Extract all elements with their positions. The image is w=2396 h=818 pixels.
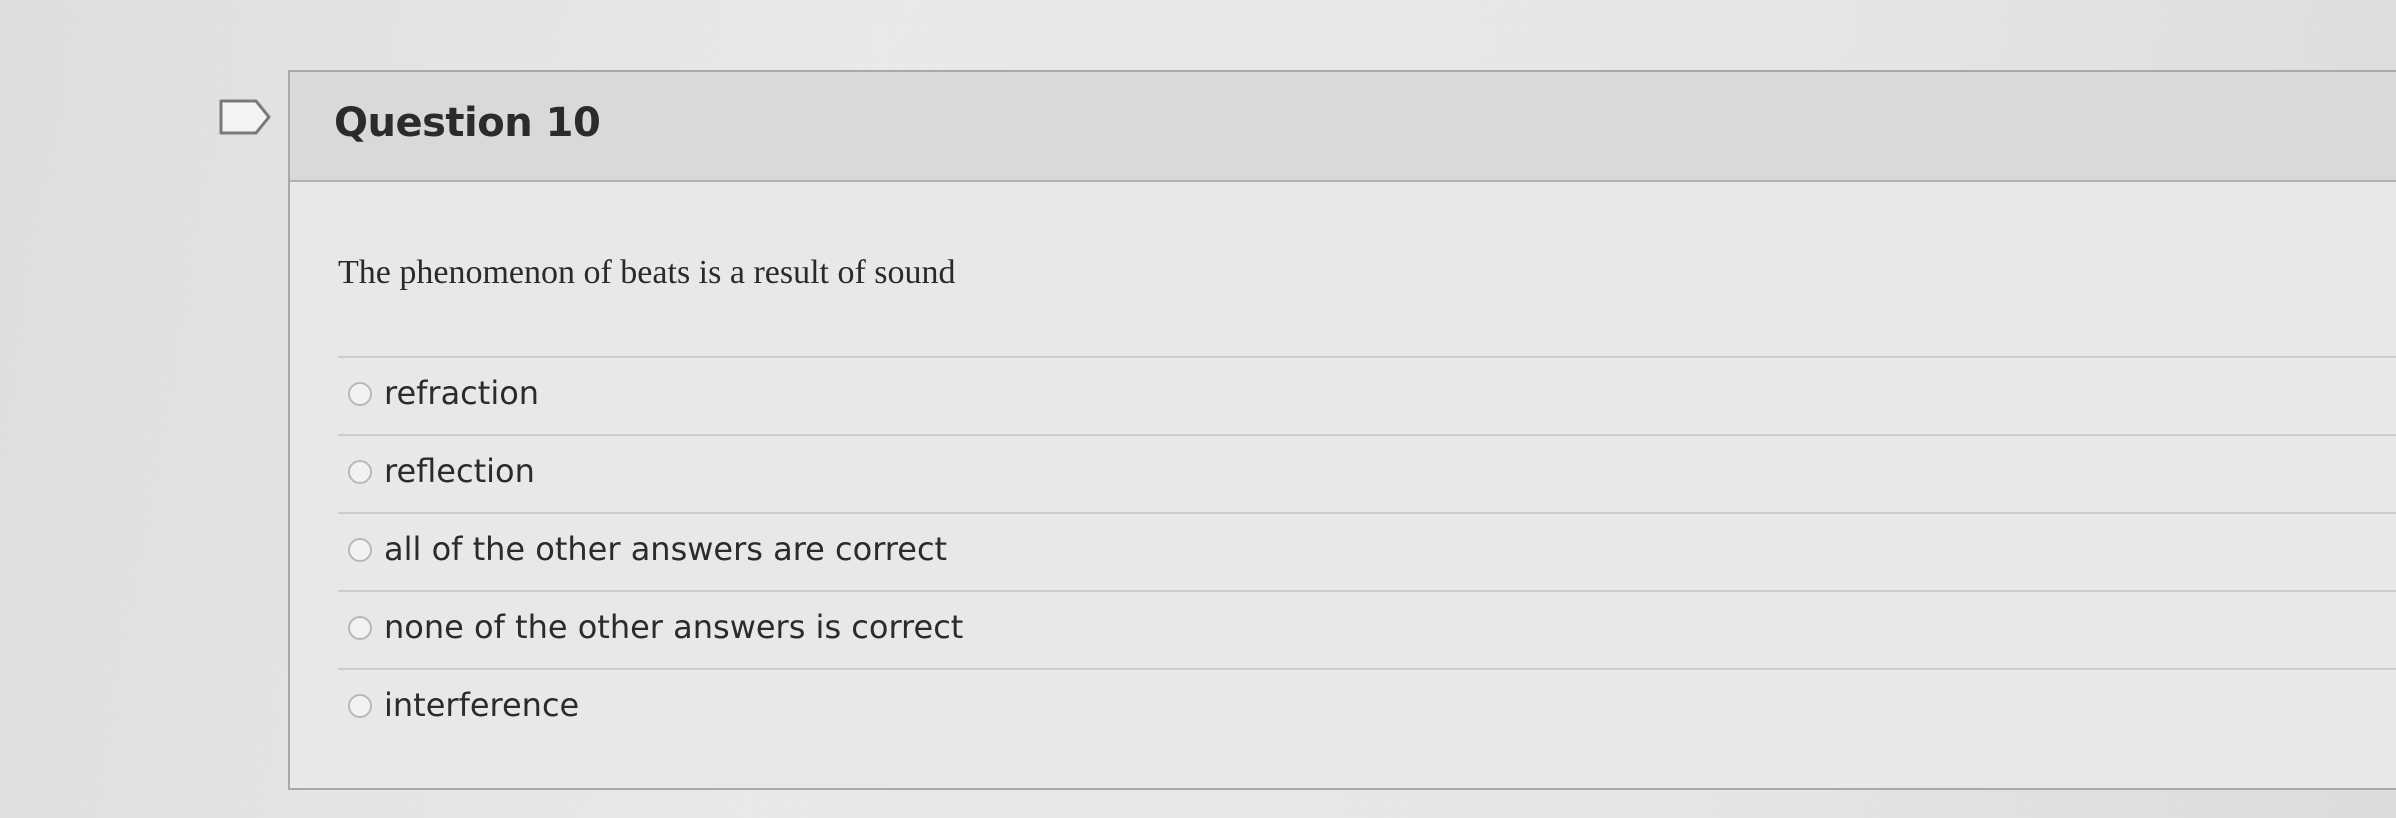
answer-label[interactable]: all of the other answers are correct xyxy=(384,530,947,568)
answer-option-none-correct[interactable]: none of the other answers is correct xyxy=(338,590,2396,668)
radio-button[interactable] xyxy=(348,460,372,484)
answer-option-refraction[interactable]: refraction xyxy=(338,356,2396,434)
answer-label[interactable]: refraction xyxy=(384,374,539,412)
answer-option-interference[interactable]: interference xyxy=(338,668,2396,746)
flag-icon[interactable] xyxy=(218,98,272,136)
question-title: Question 10 xyxy=(334,100,601,146)
answer-label[interactable]: interference xyxy=(384,686,579,724)
answer-option-reflection[interactable]: reflection xyxy=(338,434,2396,512)
radio-button[interactable] xyxy=(348,616,372,640)
question-card: Question 10 The phenomenon of beats is a… xyxy=(288,70,2396,790)
question-header: Question 10 xyxy=(290,72,2396,182)
radio-button[interactable] xyxy=(348,694,372,718)
answer-list: refraction reflection all of the other a… xyxy=(338,356,2396,746)
radio-button[interactable] xyxy=(348,538,372,562)
radio-button[interactable] xyxy=(348,382,372,406)
answer-label[interactable]: reflection xyxy=(384,452,535,490)
question-prompt: The phenomenon of beats is a result of s… xyxy=(338,254,956,291)
answer-option-all-correct[interactable]: all of the other answers are correct xyxy=(338,512,2396,590)
answer-label[interactable]: none of the other answers is correct xyxy=(384,608,963,646)
